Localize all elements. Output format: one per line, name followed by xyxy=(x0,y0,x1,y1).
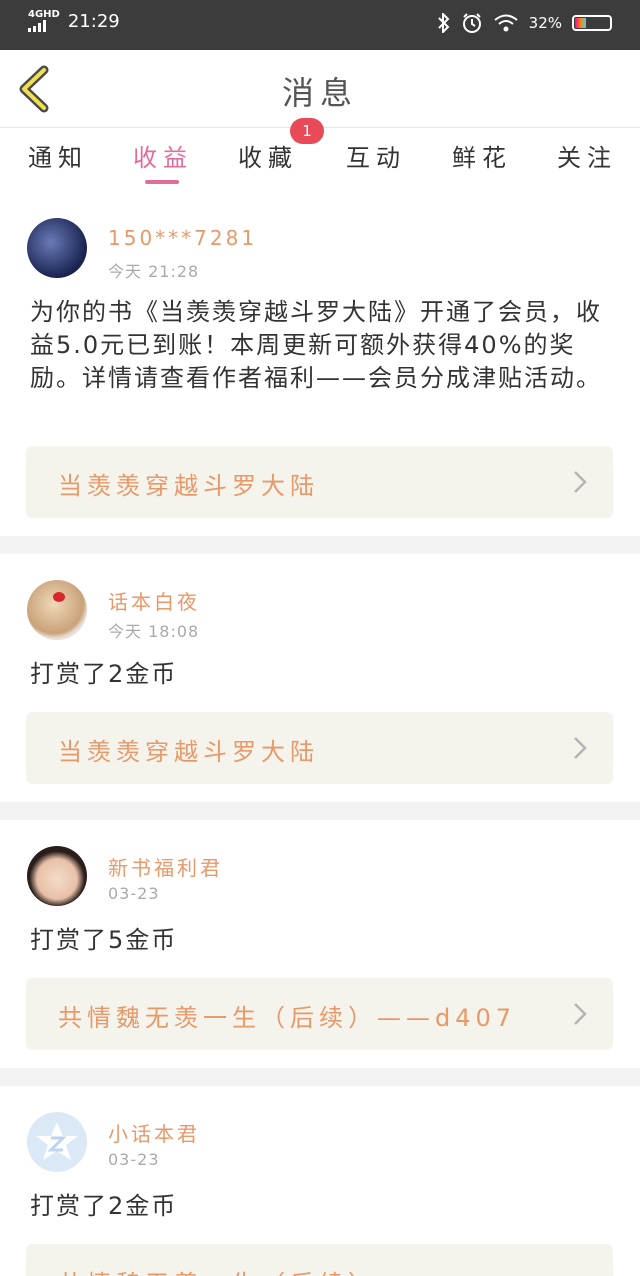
avatar[interactable] xyxy=(27,1112,87,1172)
z-logo-icon xyxy=(36,1122,78,1160)
tab-earnings[interactable]: 收益 xyxy=(133,138,193,173)
avatar[interactable] xyxy=(27,218,87,278)
divider xyxy=(0,1068,640,1086)
timestamp: 今天 18:08 xyxy=(108,622,200,641)
tab-favorites[interactable]: 收藏 xyxy=(238,138,298,173)
wifi-icon xyxy=(494,14,518,32)
timestamp: 03-23 xyxy=(108,884,160,903)
divider xyxy=(0,802,640,820)
feed-item: 150***7281 今天 21:28 为你的书《当羡羡穿越斗罗大陆》开通了会员… xyxy=(0,190,640,536)
chevron-right-icon xyxy=(574,471,587,493)
username[interactable]: 150***7281 xyxy=(108,226,257,250)
alarm-icon xyxy=(462,13,481,33)
tab-flowers[interactable]: 鲜花 xyxy=(452,138,512,173)
message-text: 打赏了2金币 xyxy=(30,660,178,688)
message-text: 打赏了5金币 xyxy=(30,926,178,954)
clock: 21:29 xyxy=(67,10,120,32)
status-bar: 4GHD 21:29 32% xyxy=(0,0,640,50)
book-title: 共情魏无羡一生（后续）——d407 xyxy=(58,1004,517,1032)
message-text: 为你的书《当羡羡穿越斗罗大陆》开通了会员，收益5.0元已到账！本周更新可额外获得… xyxy=(30,298,602,392)
tab-interactions[interactable]: 互动 xyxy=(346,138,406,173)
avatar[interactable] xyxy=(27,846,87,906)
active-tab-indicator xyxy=(145,180,179,184)
feed-item: 小话本君 03-23 打赏了2金币 共情魏无羡一生（后续） xyxy=(0,1086,640,1276)
chevron-right-icon xyxy=(574,737,587,759)
book-link[interactable]: 共情魏无羡一生（后续）——d407 xyxy=(26,978,613,1050)
page-title: 消息 xyxy=(281,74,358,112)
book-title: 当羡羡穿越斗罗大陆 xyxy=(58,738,319,766)
book-title: 当羡羡穿越斗罗大陆 xyxy=(58,472,319,500)
favorites-badge: 1 xyxy=(290,118,324,144)
divider xyxy=(0,536,640,554)
feed-item: 新书福利君 03-23 打赏了5金币 共情魏无羡一生（后续）——d407 xyxy=(0,820,640,1068)
book-link[interactable]: 当羡羡穿越斗罗大陆 xyxy=(26,446,613,518)
tab-follow[interactable]: 关注 xyxy=(557,138,617,173)
book-title: 共情魏无羡一生（后续） xyxy=(58,1264,377,1276)
username[interactable]: 话本白夜 xyxy=(108,586,200,615)
signal-icon: 4GHD xyxy=(28,10,60,32)
bluetooth-icon xyxy=(437,13,450,33)
message-text: 打赏了2金币 xyxy=(30,1192,178,1220)
battery-icon xyxy=(572,15,612,31)
username[interactable]: 小话本君 xyxy=(108,1118,200,1147)
chevron-right-icon xyxy=(574,1003,587,1025)
network-label: 4GHD xyxy=(28,9,60,20)
timestamp: 03-23 xyxy=(108,1150,160,1169)
book-link[interactable]: 共情魏无羡一生（后续） xyxy=(26,1244,613,1276)
feed-item: 话本白夜 今天 18:08 打赏了2金币 当羡羡穿越斗罗大陆 xyxy=(0,554,640,802)
book-link[interactable]: 当羡羡穿越斗罗大陆 xyxy=(26,712,613,784)
timestamp: 今天 21:28 xyxy=(108,262,200,281)
header: 消息 xyxy=(0,50,640,128)
avatar[interactable] xyxy=(27,580,87,640)
username[interactable]: 新书福利君 xyxy=(108,852,223,881)
battery-percent: 32% xyxy=(528,14,562,32)
tab-notifications[interactable]: 通知 xyxy=(28,138,88,173)
